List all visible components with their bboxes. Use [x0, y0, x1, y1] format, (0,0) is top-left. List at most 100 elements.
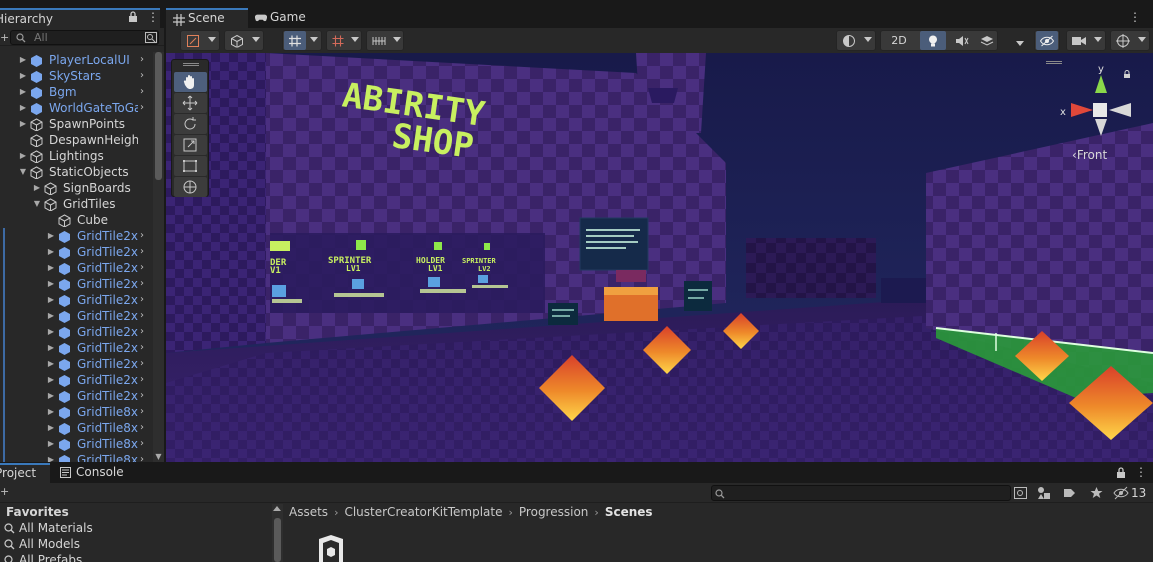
fold-closed-icon[interactable]: ▶: [18, 52, 28, 68]
hierarchy-item[interactable]: ▶ GridTile2x ›: [0, 292, 153, 308]
breadcrumb-template[interactable]: ClusterCreatorKitTemplate: [344, 505, 502, 519]
draw-mode-dropdown[interactable]: [180, 30, 220, 51]
scene-asset-icon[interactable]: [305, 535, 357, 562]
fold-open-icon[interactable]: ▼: [32, 196, 42, 212]
hand-tool-button[interactable]: [174, 72, 207, 92]
create-asset-button[interactable]: +: [0, 485, 9, 498]
hierarchy-item[interactable]: ▶ GridTile2x ›: [0, 356, 153, 372]
favorite-all-models[interactable]: All Models: [4, 536, 80, 552]
effects-chevron-down-icon[interactable]: [1016, 41, 1024, 46]
open-prefab-arrow-icon[interactable]: ›: [140, 308, 148, 324]
shading-button[interactable]: [840, 31, 858, 50]
favorite-all-prefabs[interactable]: All Prefabs: [4, 552, 82, 562]
filter-by-type-icon[interactable]: [1037, 486, 1051, 500]
breadcrumb-assets[interactable]: Assets: [289, 505, 328, 519]
open-prefab-arrow-icon[interactable]: ›: [140, 324, 148, 340]
scroll-up-arrow-icon[interactable]: [273, 506, 281, 511]
grid-toggle-button[interactable]: [284, 31, 306, 50]
breadcrumb-scenes[interactable]: Scenes: [605, 505, 653, 519]
hierarchy-item[interactable]: ▶ WorldGateToGame›: [0, 100, 153, 116]
hierarchy-item[interactable]: ▶ PlayerLocalUI ›: [0, 52, 153, 68]
scene-filter-icon[interactable]: [145, 32, 157, 43]
fold-closed-icon[interactable]: ▶: [46, 260, 56, 276]
lighting-toggle-button[interactable]: [920, 31, 946, 50]
move-tool-button[interactable]: [174, 93, 207, 113]
grid-visibility-dropdown[interactable]: [282, 30, 322, 51]
favorites-scroll-thumb[interactable]: [274, 518, 281, 562]
render-mode-dropdown[interactable]: [224, 30, 264, 51]
open-prefab-arrow-icon[interactable]: ›: [140, 52, 148, 68]
fold-closed-icon[interactable]: ▶: [18, 100, 28, 116]
open-prefab-arrow-icon[interactable]: ›: [140, 276, 148, 292]
fold-closed-icon[interactable]: ▶: [46, 324, 56, 340]
scene-visibility-button[interactable]: [1036, 31, 1058, 50]
fold-closed-icon[interactable]: ▶: [46, 436, 56, 452]
hierarchy-item[interactable]: ▶ SkyStars ›: [0, 68, 153, 84]
effects-toggle-button[interactable]: [976, 31, 998, 50]
filter-by-label-icon[interactable]: [1063, 486, 1076, 500]
tab-project[interactable]: Project: [0, 463, 50, 483]
open-prefab-arrow-icon[interactable]: ›: [140, 68, 148, 84]
render-mode-button[interactable]: [228, 31, 246, 50]
scroll-down-arrow-icon[interactable]: ▼: [153, 452, 164, 462]
fold-closed-icon[interactable]: ▶: [18, 116, 28, 132]
hidden-packages-icon[interactable]: [1113, 486, 1129, 500]
open-prefab-arrow-icon[interactable]: ›: [140, 340, 148, 356]
lock-icon[interactable]: [128, 11, 138, 23]
gizmos-dropdown[interactable]: [1110, 30, 1150, 51]
scene-viewport[interactable]: DER V1 SPRINTER LV1 HOLDER LV1 SPRINTER …: [166, 53, 1153, 462]
hierarchy-search-input[interactable]: [10, 30, 159, 45]
add-object-button[interactable]: +: [0, 31, 9, 44]
favorites-scrollbar[interactable]: [272, 504, 283, 562]
view-orientation-label[interactable]: ‹Front: [1072, 148, 1107, 162]
fold-closed-icon[interactable]: ▶: [46, 308, 56, 324]
fold-closed-icon[interactable]: ▶: [18, 148, 28, 164]
favorites-heading[interactable]: Favorites: [6, 505, 69, 519]
increment-snap-dropdown[interactable]: [366, 30, 404, 51]
hierarchy-item[interactable]: ▶ GridTile8x ›: [0, 452, 153, 462]
tab-game[interactable]: Game: [248, 8, 318, 28]
fold-closed-icon[interactable]: ▶: [18, 68, 28, 84]
camera-button[interactable]: [1070, 31, 1088, 50]
open-prefab-arrow-icon[interactable]: ›: [140, 100, 148, 116]
toggle-2d-button[interactable]: 2D: [883, 31, 915, 50]
search-by-type-icon[interactable]: [1014, 486, 1027, 500]
hierarchy-item[interactable]: ▶ GridTile8x ›: [0, 404, 153, 420]
hierarchy-item[interactable]: DespawnHeight: [0, 132, 153, 148]
hierarchy-item[interactable]: ▶ GridTile2x ›: [0, 340, 153, 356]
hierarchy-item[interactable]: ▼ StaticObjects: [0, 164, 153, 180]
fold-closed-icon[interactable]: ▶: [46, 372, 56, 388]
open-prefab-arrow-icon[interactable]: ›: [140, 452, 148, 462]
tab-console[interactable]: Console: [52, 463, 132, 483]
hierarchy-item[interactable]: ▶ GridTile2x ›: [0, 228, 153, 244]
open-prefab-arrow-icon[interactable]: ›: [140, 420, 148, 436]
favorite-all-materials[interactable]: All Materials: [4, 520, 93, 536]
open-prefab-arrow-icon[interactable]: ›: [140, 228, 148, 244]
fold-closed-icon[interactable]: ▶: [46, 276, 56, 292]
fold-closed-icon[interactable]: ▶: [18, 84, 28, 100]
hierarchy-item[interactable]: ▶ GridTile2x ›: [0, 308, 153, 324]
hierarchy-item[interactable]: ▶ GridTile2x ›: [0, 244, 153, 260]
fold-closed-icon[interactable]: ▶: [46, 452, 56, 462]
hierarchy-item[interactable]: ▼ GridTiles: [0, 196, 153, 212]
hierarchy-item[interactable]: ▶ SpawnPoints: [0, 116, 153, 132]
overlay-grip[interactable]: [183, 63, 199, 66]
camera-settings-dropdown[interactable]: [1066, 30, 1106, 51]
open-prefab-arrow-icon[interactable]: ›: [140, 404, 148, 420]
increment-snap-button[interactable]: [369, 31, 389, 50]
scene-kebab-menu-icon[interactable]: ⋮: [1129, 10, 1141, 24]
fold-closed-icon[interactable]: ▶: [46, 356, 56, 372]
open-prefab-arrow-icon[interactable]: ›: [140, 84, 148, 100]
fold-closed-icon[interactable]: ▶: [46, 388, 56, 404]
open-prefab-arrow-icon[interactable]: ›: [140, 292, 148, 308]
hierarchy-item[interactable]: ▶ GridTile2x ›: [0, 260, 153, 276]
favorites-star-icon[interactable]: [1090, 486, 1103, 500]
transform-tool-button[interactable]: [174, 177, 207, 197]
hierarchy-item[interactable]: ▶ GridTile2x ›: [0, 324, 153, 340]
open-prefab-arrow-icon[interactable]: ›: [140, 436, 148, 452]
draw-mode-button[interactable]: [184, 31, 202, 50]
hierarchy-item[interactable]: ▶ GridTile2x ›: [0, 276, 153, 292]
fold-closed-icon[interactable]: ▶: [46, 228, 56, 244]
shading-dropdown[interactable]: [836, 30, 876, 51]
hierarchy-item[interactable]: ▶ GridTile8x ›: [0, 420, 153, 436]
